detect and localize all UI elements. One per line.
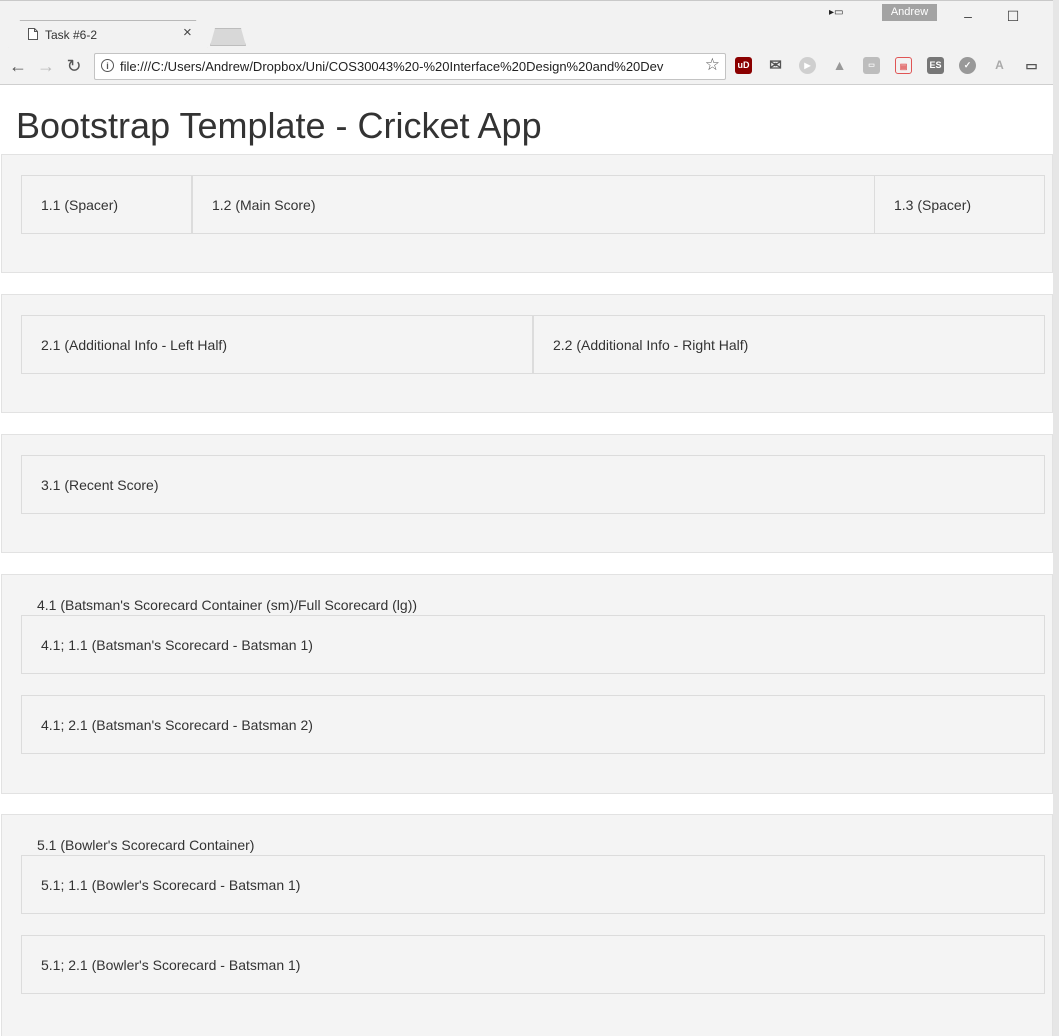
forward-button[interactable]: →: [35, 55, 57, 77]
cell-2-1-additional-info-left: 2.1 (Additional Info - Left Half): [21, 315, 533, 374]
cell-label: 5.1; 1.1 (Bowler's Scorecard - Batsman 1…: [41, 877, 301, 893]
cell-label: 5.1; 2.1 (Bowler's Scorecard - Batsman 1…: [41, 957, 301, 973]
cell-label: 1.3 (Spacer): [894, 197, 972, 213]
play-icon[interactable]: ▶: [799, 57, 816, 74]
cell-label: 2.2 (Additional Info - Right Half): [553, 337, 749, 353]
batsman-scorecard-1: 4.1; 1.1 (Batsman's Scorecard - Batsman …: [21, 615, 1045, 674]
cell-1-1-spacer: 1.1 (Spacer): [21, 175, 192, 234]
reload-button[interactable]: ↻: [63, 55, 85, 77]
row-1-container: 1.1 (Spacer) 1.2 (Main Score) 1.3 (Space…: [1, 154, 1053, 273]
extension-icon[interactable]: ✓: [959, 57, 976, 74]
info-icon[interactable]: i: [101, 59, 114, 72]
row-3-container: 3.1 (Recent Score): [1, 434, 1053, 553]
cell-label: 3.1 (Recent Score): [41, 477, 159, 493]
cell-label: 1.2 (Main Score): [212, 197, 316, 213]
bookmark-star-icon[interactable]: ☆: [705, 55, 720, 75]
es-icon[interactable]: ES: [927, 57, 944, 74]
cell-label: 1.1 (Spacer): [41, 197, 119, 213]
section-label: 5.1 (Bowler's Scorecard Container): [37, 837, 255, 853]
cell-3-1-recent-score: 3.1 (Recent Score): [21, 455, 1045, 514]
tab-title: Task #6-2: [45, 28, 98, 42]
screenshot-icon[interactable]: ▭: [863, 57, 880, 74]
minimize-button[interactable]: –: [948, 5, 988, 27]
mail-icon[interactable]: ✉: [767, 57, 784, 74]
cell-label: 4.1; 2.1 (Batsman's Scorecard - Batsman …: [41, 717, 313, 733]
cell-1-2-main-score: 1.2 (Main Score): [192, 175, 875, 234]
browser-titlebar: Task #6-2 × ▸▭ Andrew – ☐: [0, 0, 1059, 50]
bowler-scorecard-2: 5.1; 2.1 (Bowler's Scorecard - Batsman 1…: [21, 935, 1045, 994]
url-text[interactable]: file:///C:/Users/Andrew/Dropbox/Uni/COS3…: [120, 59, 692, 74]
maximize-button[interactable]: ☐: [993, 5, 1033, 27]
address-bar[interactable]: i file:///C:/Users/Andrew/Dropbox/Uni/CO…: [94, 53, 726, 80]
cell-label: 2.1 (Additional Info - Left Half): [41, 337, 227, 353]
page-content: Bootstrap Template - Cricket App 1.1 (Sp…: [0, 85, 1055, 1036]
cell-label: 4.1; 1.1 (Batsman's Scorecard - Batsman …: [41, 637, 313, 653]
row-2-container: 2.1 (Additional Info - Left Half) 2.2 (A…: [1, 294, 1053, 413]
ublock-origin-icon[interactable]: uD: [735, 57, 752, 74]
browser-toolbar: ← → ↻ i file:///C:/Users/Andrew/Dropbox/…: [0, 48, 1059, 85]
cell-1-3-spacer: 1.3 (Spacer): [874, 175, 1045, 234]
drive-icon[interactable]: ▲: [831, 57, 848, 74]
angular-icon[interactable]: A: [991, 57, 1008, 74]
tab-close-icon[interactable]: ×: [183, 24, 192, 42]
cell-2-2-additional-info-right: 2.2 (Additional Info - Right Half): [533, 315, 1045, 374]
bowler-scorecard-1: 5.1; 1.1 (Bowler's Scorecard - Batsman 1…: [21, 855, 1045, 914]
section-label: 4.1 (Batsman's Scorecard Container (sm)/…: [37, 597, 418, 613]
row-4-batsman-scorecard-container: 4.1 (Batsman's Scorecard Container (sm)/…: [1, 574, 1053, 794]
back-button[interactable]: ←: [7, 55, 29, 77]
cast-icon[interactable]: ▭: [1023, 57, 1040, 74]
scrollbar[interactable]: [1053, 0, 1059, 1036]
browser-tab-content[interactable]: Task #6-2 ×: [8, 20, 206, 49]
new-tab-button[interactable]: [210, 28, 246, 46]
document-icon: [28, 28, 38, 40]
pdf-icon[interactable]: ▤: [895, 57, 912, 74]
profile-button[interactable]: Andrew: [882, 4, 937, 21]
batsman-scorecard-2: 4.1; 2.1 (Batsman's Scorecard - Batsman …: [21, 695, 1045, 754]
row-5-bowler-scorecard-container: 5.1 (Bowler's Scorecard Container) 5.1; …: [1, 814, 1053, 1036]
cast-indicator-icon: ▸▭: [829, 7, 844, 18]
page-title: Bootstrap Template - Cricket App: [16, 105, 542, 146]
